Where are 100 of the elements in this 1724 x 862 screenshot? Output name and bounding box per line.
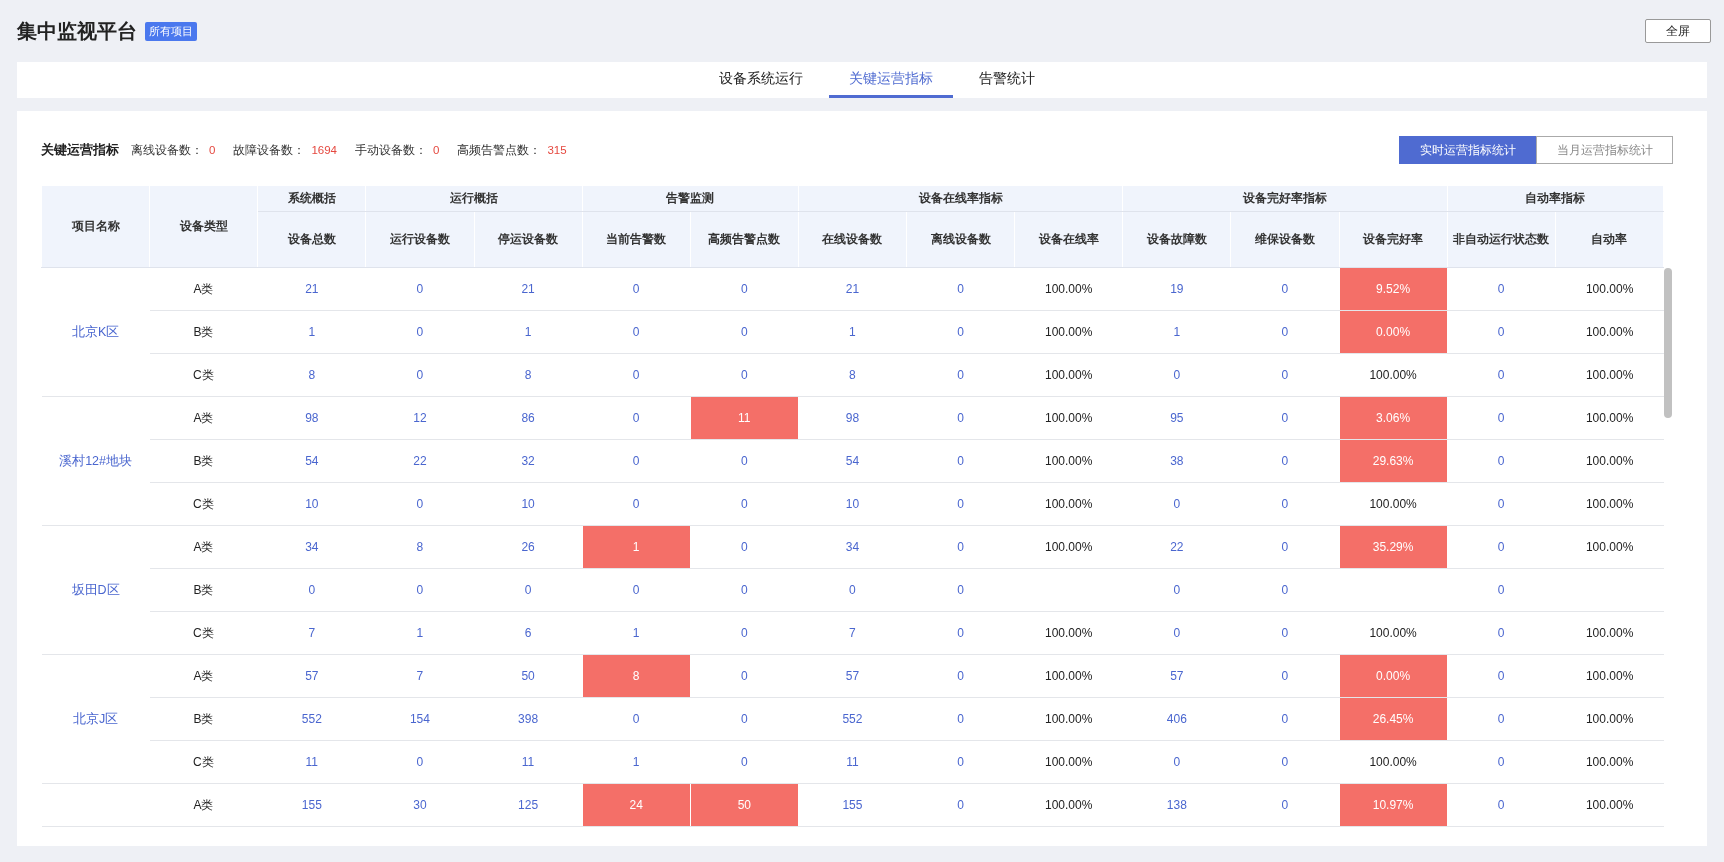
table-cell: 30 xyxy=(365,783,474,827)
table-cell: 100.00% xyxy=(1555,611,1664,655)
project-name-cell: 坂田D区 xyxy=(41,525,150,655)
table-cell: 0 xyxy=(1447,697,1556,741)
page-title: 集中监视平台 xyxy=(17,18,137,44)
tab[interactable]: 关键运营指标 xyxy=(829,62,953,98)
device-type-cell: B类 xyxy=(149,439,258,483)
column-header: 设备类型 xyxy=(149,185,258,268)
table-cell: 0 xyxy=(906,396,1015,440)
table-cell: 0 xyxy=(906,697,1015,741)
project-name-cell: 北京K区 xyxy=(41,267,150,397)
device-type-cell: A类 xyxy=(149,525,258,569)
table-cell: 0 xyxy=(1447,267,1556,311)
device-type-cell: A类 xyxy=(149,267,258,311)
table-cell: 0 xyxy=(582,310,691,354)
tab[interactable]: 设备系统运行 xyxy=(699,62,823,98)
table-cell: 100.00% xyxy=(1014,740,1123,784)
table-cell: 100.00% xyxy=(1555,267,1664,311)
column-header: 项目名称 xyxy=(41,185,150,268)
table-cell: 100.00% xyxy=(1555,310,1664,354)
table-cell: 12 xyxy=(365,396,474,440)
table-cell: 9.52% xyxy=(1339,267,1448,311)
table-cell: 0 xyxy=(582,568,691,612)
table-cell: 0 xyxy=(582,697,691,741)
table-cell: 0 xyxy=(1447,783,1556,827)
table-cell: 0 xyxy=(257,568,366,612)
table-cell: 100.00% xyxy=(1555,439,1664,483)
table-cell: 0 xyxy=(906,267,1015,311)
table-cell: 0 xyxy=(690,482,799,526)
table-cell: 1 xyxy=(474,310,583,354)
table-cell: 0 xyxy=(906,439,1015,483)
device-type-cell: B类 xyxy=(149,697,258,741)
device-type-cell: A类 xyxy=(149,783,258,827)
stat-label: 高频告警点数： xyxy=(457,142,542,158)
table-cell: 100.00% xyxy=(1555,482,1664,526)
table-cell: 0 xyxy=(582,439,691,483)
table-cell: 29.63% xyxy=(1339,439,1448,483)
table-cell: 7 xyxy=(798,611,907,655)
stat-value: 1694 xyxy=(311,144,337,156)
view-toggle-button[interactable]: 当月运营指标统计 xyxy=(1536,136,1673,164)
table-cell: 100.00% xyxy=(1014,396,1123,440)
table-cell: 0 xyxy=(365,353,474,397)
table-cell: 0 xyxy=(906,525,1015,569)
table-cell: 0 xyxy=(690,353,799,397)
table-cell: 7 xyxy=(257,611,366,655)
scrollbar-thumb[interactable] xyxy=(1664,268,1672,418)
table-cell: 86 xyxy=(474,396,583,440)
table-cell: 0 xyxy=(690,525,799,569)
table-cell: 0 xyxy=(365,740,474,784)
table-cell: 50 xyxy=(690,783,799,827)
table-cell: 100.00% xyxy=(1014,310,1123,354)
column-group-header: 自动率指标 xyxy=(1447,185,1664,212)
table-cell: 0 xyxy=(582,482,691,526)
column-header: 当前告警数 xyxy=(582,211,691,268)
table-cell: 34 xyxy=(798,525,907,569)
table-cell: 0 xyxy=(1447,740,1556,784)
column-header: 设备完好率 xyxy=(1339,211,1448,268)
tab[interactable]: 告警统计 xyxy=(959,62,1055,98)
table-cell: 0 xyxy=(1447,353,1556,397)
table-cell: 100.00% xyxy=(1014,353,1123,397)
table-cell: 100.00% xyxy=(1014,611,1123,655)
table-cell: 0 xyxy=(690,310,799,354)
column-header: 设备在线率 xyxy=(1014,211,1123,268)
table-cell: 0 xyxy=(1122,568,1231,612)
table-cell: 0 xyxy=(1230,482,1339,526)
table-cell: 100.00% xyxy=(1014,783,1123,827)
table-cell: 100.00% xyxy=(1555,353,1664,397)
scope-badge: 所有项目 xyxy=(145,21,197,41)
table-cell: 34 xyxy=(257,525,366,569)
table-cell: 10.97% xyxy=(1339,783,1448,827)
table-cell: 0.00% xyxy=(1339,310,1448,354)
table-cell: 0 xyxy=(906,740,1015,784)
column-header: 停运设备数 xyxy=(474,211,583,268)
device-type-cell: B类 xyxy=(149,310,258,354)
table-cell: 57 xyxy=(1122,654,1231,698)
column-group-header: 设备完好率指标 xyxy=(1122,185,1448,212)
table-cell: 0 xyxy=(906,611,1015,655)
view-toggle-button[interactable]: 实时运营指标统计 xyxy=(1399,136,1536,164)
table-cell: 0 xyxy=(1122,740,1231,784)
table-cell: 1 xyxy=(582,740,691,784)
stat-label: 离线设备数： xyxy=(131,142,203,158)
table-cell: 11 xyxy=(798,740,907,784)
table-cell: 0 xyxy=(582,267,691,311)
device-type-cell: C类 xyxy=(149,611,258,655)
table-cell: 54 xyxy=(257,439,366,483)
table-cell: 38 xyxy=(1122,439,1231,483)
table-cell: 1 xyxy=(1122,310,1231,354)
table-cell: 0 xyxy=(365,267,474,311)
table-cell: 24 xyxy=(582,783,691,827)
table-cell: 0 xyxy=(474,568,583,612)
column-header: 自动率 xyxy=(1555,211,1664,268)
table-cell: 7 xyxy=(365,654,474,698)
fullscreen-button[interactable]: 全屏 xyxy=(1645,19,1711,43)
table-cell: 100.00% xyxy=(1555,654,1664,698)
device-type-cell: C类 xyxy=(149,482,258,526)
device-type-cell: B类 xyxy=(149,568,258,612)
table-cell: 100.00% xyxy=(1014,482,1123,526)
table-cell: 100.00% xyxy=(1014,439,1123,483)
table-cell: 0 xyxy=(690,267,799,311)
table-cell: 8 xyxy=(474,353,583,397)
